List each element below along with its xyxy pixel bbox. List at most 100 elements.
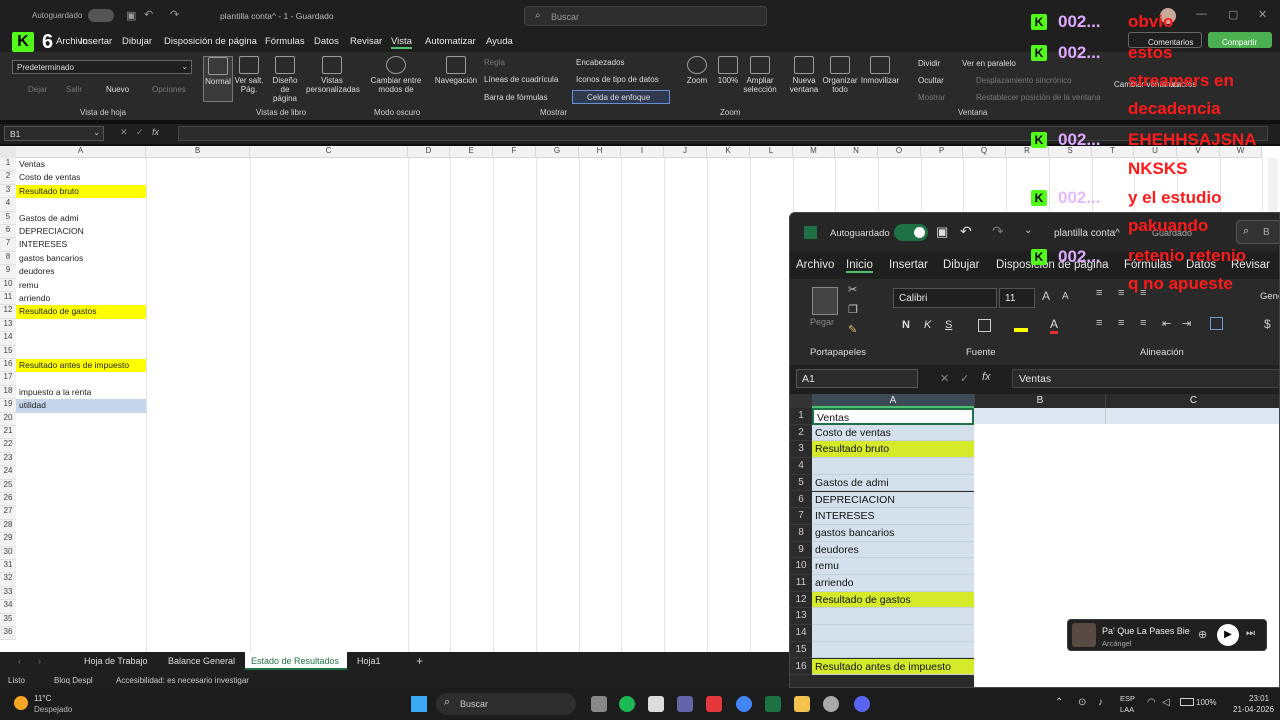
cell-a8[interactable]: gastos bancarios (16, 252, 146, 265)
cell-a3[interactable]: Resultado bruto (16, 184, 146, 199)
undo-icon[interactable]: ↶ (144, 8, 153, 21)
row-header-23[interactable]: 23 (0, 452, 16, 467)
menu-item-automatizar[interactable]: Automatizar (425, 36, 476, 47)
decrease-indent-icon[interactable]: ⇤ (1162, 317, 1171, 330)
win2-search-box[interactable]: ⌕ B (1236, 220, 1279, 244)
cell-a16[interactable]: Resultado antes de impuesto (16, 359, 146, 373)
win2-row-header-4[interactable]: 4 (790, 458, 812, 475)
win2-select-all[interactable] (790, 394, 812, 408)
column-header-j[interactable]: J (664, 146, 707, 158)
row-header-7[interactable]: 7 (0, 238, 16, 252)
borders-icon[interactable] (978, 319, 991, 332)
task-view-icon[interactable] (591, 696, 607, 712)
column-header-p[interactable]: P (921, 146, 963, 158)
play-icon[interactable]: ▶ (1217, 624, 1239, 646)
row-header-15[interactable]: 15 (0, 345, 16, 359)
currency-icon[interactable]: $ (1264, 317, 1271, 331)
zoom-button[interactable]: Zoom (682, 56, 712, 85)
column-header-l[interactable]: L (750, 146, 793, 158)
chevron-up-icon[interactable]: ⌃ (1055, 697, 1063, 708)
win2-enter-icon[interactable]: ✓ (960, 372, 969, 385)
menu-item-revisar[interactable]: Revisar (350, 36, 382, 47)
win2-col-a[interactable]: A (812, 394, 974, 408)
tab-balance-general[interactable]: Balance General (168, 656, 235, 666)
row-header-18[interactable]: 18 (0, 385, 16, 400)
save-icon[interactable]: ▣ (126, 9, 136, 22)
sync-scroll-button[interactable]: Desplazamiento sincrónico (976, 76, 1072, 85)
column-header-q[interactable]: Q (963, 146, 1006, 158)
win2-save-icon[interactable]: ▣ (936, 224, 948, 240)
next-sheet-icon[interactable]: › (38, 656, 41, 666)
row-header-10[interactable]: 10 (0, 278, 16, 292)
win2-name-box[interactable]: A1 (796, 369, 918, 388)
column-header-b[interactable]: B (146, 146, 250, 158)
row-header-11[interactable]: 11 (0, 292, 16, 306)
cell-a12[interactable]: Resultado de gastos (16, 305, 146, 319)
copy-icon[interactable]: ❐ (848, 303, 858, 316)
column-header-h[interactable]: H (579, 146, 621, 158)
menu-item-formulas[interactable]: Fórmulas (265, 36, 305, 47)
row-header-33[interactable]: 33 (0, 586, 16, 601)
autosave-toggle[interactable] (88, 9, 114, 22)
excel-icon[interactable] (765, 696, 781, 712)
cell-a19[interactable]: utilidad (16, 399, 146, 413)
column-header-o[interactable]: O (878, 146, 921, 158)
custom-views-button[interactable]: Vistas personalizadas (306, 56, 360, 94)
row-header-4[interactable]: 4 (0, 198, 16, 212)
row-header-13[interactable]: 13 (0, 318, 16, 333)
row-header-31[interactable]: 31 (0, 560, 16, 574)
win2-row-header-2[interactable]: 2 (790, 424, 812, 442)
row-header-36[interactable]: 36 (0, 627, 16, 641)
win2-menu-insertar[interactable]: Insertar (889, 259, 928, 271)
sheet-view-new[interactable]: Nuevo (106, 85, 129, 94)
row-header-35[interactable]: 35 (0, 613, 16, 627)
win2-row-header-10[interactable]: 10 (790, 558, 812, 575)
win2-cell-a3[interactable]: Resultado bruto (812, 441, 974, 459)
next-track-icon[interactable]: ⏭ (1246, 628, 1255, 639)
cell-a7[interactable]: INTERESES (16, 238, 146, 251)
win2-row-header-5[interactable]: 5 (790, 474, 812, 492)
close-icon[interactable]: ✕ (1258, 8, 1267, 21)
store-icon[interactable] (648, 696, 664, 712)
data-type-icons-check[interactable]: Iconos de tipo de datos (576, 75, 659, 84)
win2-row-header-14[interactable]: 14 (790, 625, 812, 642)
cell-a2[interactable]: Costo de ventas (16, 171, 146, 184)
minimize-icon[interactable]: — (1196, 8, 1207, 20)
win2-row-header-12[interactable]: 12 (790, 591, 812, 609)
cell-a5[interactable]: Gastos de admi (16, 212, 146, 225)
win2-cell-a6[interactable]: DEPRECIACION (812, 491, 974, 509)
new-window-button[interactable]: Nueva ventana (788, 56, 820, 94)
search-box[interactable]: ⌕ Buscar (524, 6, 767, 26)
teams-icon[interactable] (677, 696, 693, 712)
cancel-icon[interactable]: ✕ (120, 127, 128, 138)
win2-cell-a5[interactable]: Gastos de admi (812, 474, 974, 492)
column-header-g[interactable]: G (536, 146, 579, 158)
menu-item-dibujar[interactable]: Dibujar (122, 36, 152, 47)
menu-item-insertar[interactable]: Insertar (80, 36, 112, 47)
sheet-view-exit[interactable]: Salir (66, 85, 82, 94)
increase-indent-icon[interactable]: ⇥ (1182, 317, 1191, 330)
align-right-icon[interactable]: ≡ (1140, 317, 1146, 329)
italic-icon[interactable]: K (924, 319, 931, 331)
ruler-check[interactable]: Regla (484, 58, 505, 67)
side-by-side-button[interactable]: Ver en paralelo (962, 59, 1016, 68)
name-box[interactable]: B1 ⌄ (4, 126, 104, 141)
row-header-27[interactable]: 27 (0, 506, 16, 520)
row-header-16[interactable]: 16 (0, 359, 16, 373)
win2-cell-a14[interactable] (812, 625, 974, 642)
row-header-1[interactable]: 1 (0, 158, 16, 172)
volume-icon[interactable]: ◁ (1162, 697, 1170, 708)
menu-item-vista[interactable]: Vista (391, 36, 412, 49)
align-left-icon[interactable]: ≡ (1096, 317, 1102, 329)
win2-cell-a11[interactable]: arriendo (812, 575, 974, 592)
win2-redo-icon[interactable]: ↷ (992, 223, 1004, 240)
win2-row-header-8[interactable]: 8 (790, 524, 812, 542)
zoom-100-button[interactable]: 100% (714, 56, 742, 85)
row-header-20[interactable]: 20 (0, 412, 16, 426)
row-header-6[interactable]: 6 (0, 225, 16, 239)
add-icon[interactable]: ⊕ (1198, 628, 1207, 641)
grow-font-icon[interactable]: A (1042, 289, 1050, 303)
function-icon[interactable]: fx (152, 127, 159, 137)
win2-menu-inicio[interactable]: Inicio (846, 259, 873, 273)
add-sheet-icon[interactable]: + (416, 654, 423, 668)
